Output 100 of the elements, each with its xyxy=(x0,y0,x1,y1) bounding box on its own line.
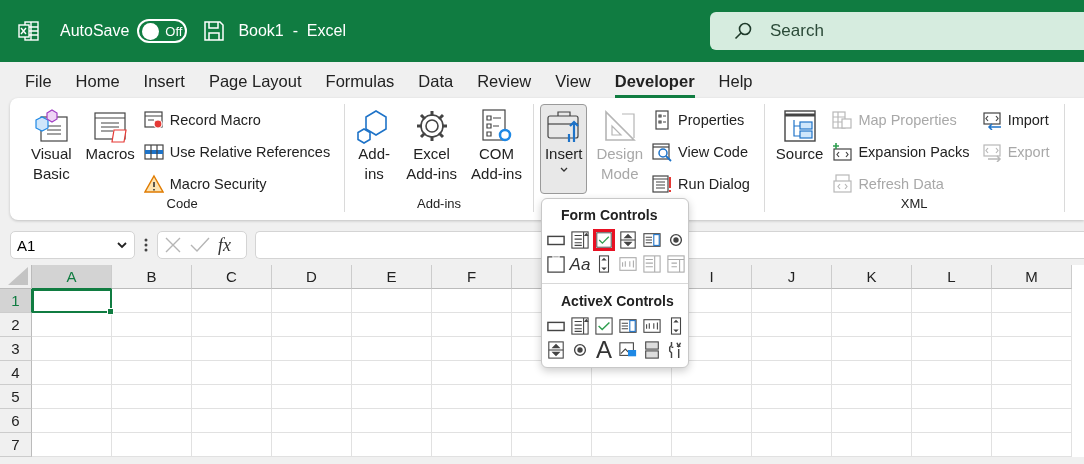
table-cell[interactable] xyxy=(32,409,112,433)
control-menu-item[interactable]: Aa xyxy=(569,253,591,275)
table-cell[interactable] xyxy=(512,433,592,457)
table-cell[interactable] xyxy=(432,289,512,313)
table-cell[interactable] xyxy=(912,433,992,457)
table-cell[interactable] xyxy=(752,361,832,385)
table-cell[interactable] xyxy=(432,361,512,385)
table-cell[interactable] xyxy=(32,385,112,409)
table-cell[interactable] xyxy=(592,385,672,409)
enter-check-icon[interactable] xyxy=(190,236,210,254)
table-cell[interactable] xyxy=(272,409,352,433)
row-header[interactable]: 4 xyxy=(0,361,32,385)
table-cell[interactable] xyxy=(32,361,112,385)
row-header[interactable]: 1 xyxy=(0,289,32,313)
table-cell[interactable] xyxy=(992,409,1072,433)
column-header[interactable]: L xyxy=(912,265,992,289)
table-cell[interactable] xyxy=(272,385,352,409)
ribbon-tab[interactable]: Insert xyxy=(143,66,185,98)
table-cell[interactable] xyxy=(672,433,752,457)
table-cell[interactable] xyxy=(352,385,432,409)
table-cell[interactable] xyxy=(352,361,432,385)
table-cell[interactable] xyxy=(832,337,912,361)
column-header[interactable]: A xyxy=(32,265,112,289)
column-header[interactable]: D xyxy=(272,265,352,289)
control-menu-item[interactable] xyxy=(545,253,567,275)
row-header[interactable]: 7 xyxy=(0,433,32,457)
row-header[interactable]: 2 xyxy=(0,313,32,337)
table-cell[interactable] xyxy=(192,409,272,433)
table-cell[interactable] xyxy=(32,337,112,361)
table-cell[interactable] xyxy=(192,361,272,385)
table-cell[interactable] xyxy=(992,313,1072,337)
table-cell[interactable] xyxy=(912,313,992,337)
table-cell[interactable] xyxy=(672,409,752,433)
ribbon-tab[interactable]: Review xyxy=(477,66,532,98)
ribbon-button[interactable]: Properties xyxy=(652,108,750,132)
table-cell[interactable] xyxy=(192,289,272,313)
table-cell[interactable] xyxy=(992,433,1072,457)
ribbon-button[interactable]: Macro Security xyxy=(143,172,331,196)
table-cell[interactable] xyxy=(112,433,192,457)
table-cell[interactable] xyxy=(192,433,272,457)
column-header[interactable]: K xyxy=(832,265,912,289)
table-cell[interactable] xyxy=(192,313,272,337)
ribbon-tab[interactable]: Home xyxy=(75,66,120,98)
table-cell[interactable] xyxy=(112,337,192,361)
table-cell[interactable] xyxy=(752,385,832,409)
control-menu-item[interactable] xyxy=(617,229,639,251)
row-header[interactable]: 6 xyxy=(0,409,32,433)
table-cell[interactable] xyxy=(352,337,432,361)
table-cell[interactable] xyxy=(112,385,192,409)
table-cell[interactable] xyxy=(192,337,272,361)
ribbon-button[interactable]: Record Macro xyxy=(143,108,331,132)
ribbon-tab[interactable]: Page Layout xyxy=(208,66,302,98)
ribbon-button[interactable]: Insert xyxy=(539,104,588,194)
table-cell[interactable] xyxy=(272,289,352,313)
table-cell[interactable] xyxy=(352,433,432,457)
ribbon-button[interactable]: View Code xyxy=(652,140,750,164)
table-cell[interactable] xyxy=(912,337,992,361)
ribbon-button[interactable]: Expansion Packs xyxy=(832,140,970,164)
table-cell[interactable] xyxy=(992,361,1072,385)
column-header[interactable]: J xyxy=(752,265,832,289)
table-cell[interactable] xyxy=(992,289,1072,313)
table-cell[interactable] xyxy=(352,313,432,337)
row-header[interactable]: 3 xyxy=(0,337,32,361)
ribbon-button[interactable]: Import xyxy=(981,108,1050,132)
table-cell[interactable] xyxy=(272,361,352,385)
table-cell[interactable] xyxy=(352,289,432,313)
ribbon-button[interactable]: Run Dialog xyxy=(652,172,750,196)
table-cell[interactable] xyxy=(752,433,832,457)
table-cell[interactable] xyxy=(912,289,992,313)
control-menu-item[interactable] xyxy=(593,229,615,251)
table-cell[interactable] xyxy=(512,409,592,433)
table-cell[interactable] xyxy=(32,433,112,457)
table-cell[interactable] xyxy=(272,433,352,457)
table-cell[interactable] xyxy=(752,337,832,361)
ribbon-tab[interactable]: Help xyxy=(718,66,753,98)
table-cell[interactable] xyxy=(32,313,112,337)
table-cell[interactable] xyxy=(912,361,992,385)
column-header[interactable]: F xyxy=(432,265,512,289)
table-cell[interactable] xyxy=(112,289,192,313)
table-cell[interactable] xyxy=(832,433,912,457)
table-cell[interactable] xyxy=(112,313,192,337)
ribbon-tab[interactable]: View xyxy=(555,66,591,98)
table-cell[interactable] xyxy=(912,385,992,409)
ribbon-button[interactable]: Visual Basic xyxy=(26,104,77,196)
selected-cell[interactable] xyxy=(32,289,112,313)
ribbon-button[interactable]: COM Add-ins xyxy=(466,104,527,196)
table-cell[interactable] xyxy=(832,385,912,409)
table-cell[interactable] xyxy=(112,361,192,385)
table-cell[interactable] xyxy=(912,409,992,433)
row-header[interactable]: 5 xyxy=(0,385,32,409)
table-cell[interactable] xyxy=(112,409,192,433)
insert-function-button[interactable]: fx xyxy=(218,234,231,256)
ribbon-button[interactable]: Excel Add-ins xyxy=(401,104,463,196)
ribbon-button[interactable]: Macros xyxy=(80,104,140,196)
column-header[interactable]: M xyxy=(992,265,1072,289)
table-cell[interactable] xyxy=(272,313,352,337)
ribbon-button[interactable]: Source xyxy=(770,104,829,196)
table-cell[interactable] xyxy=(432,337,512,361)
table-cell[interactable] xyxy=(512,385,592,409)
table-cell[interactable] xyxy=(992,385,1072,409)
